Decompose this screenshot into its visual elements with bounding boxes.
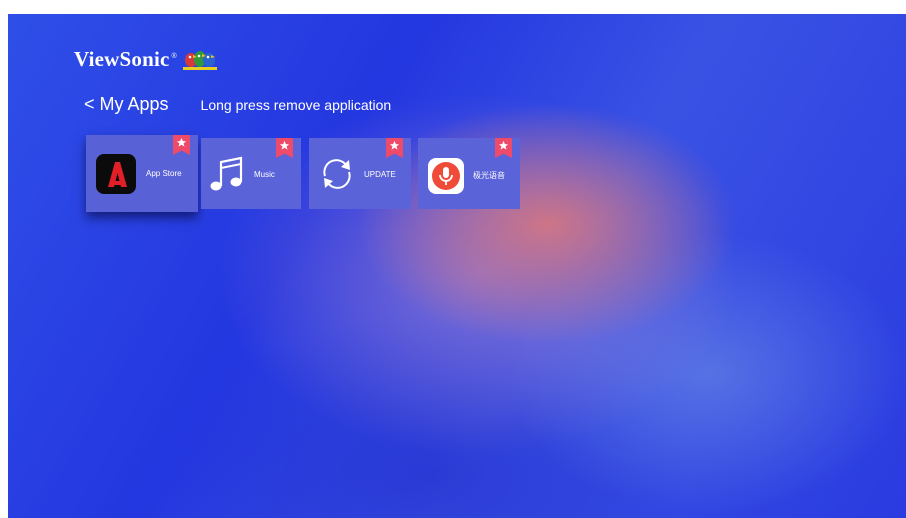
star-icon bbox=[176, 137, 187, 147]
brand-name: ViewSonic bbox=[74, 47, 170, 71]
refresh-icon bbox=[323, 159, 351, 189]
favorite-badge bbox=[386, 138, 403, 158]
favorite-badge bbox=[173, 135, 190, 155]
favorite-badge bbox=[276, 138, 293, 158]
app-label: 极光语音 bbox=[473, 171, 505, 180]
app-label: App Store bbox=[146, 169, 182, 178]
viewsonic-logo: ViewSonic ® bbox=[74, 46, 217, 72]
star-icon bbox=[279, 140, 290, 150]
app-tile-app-store[interactable]: App Store bbox=[86, 135, 198, 212]
app-store-icon bbox=[96, 154, 136, 194]
header-row: < My Apps Long press remove application bbox=[84, 94, 391, 115]
star-icon bbox=[389, 140, 400, 150]
registered-mark: ® bbox=[171, 53, 177, 60]
app-label: UPDATE bbox=[364, 170, 396, 179]
back-my-apps[interactable]: < My Apps bbox=[84, 94, 169, 115]
microphone-icon bbox=[428, 158, 464, 194]
app-tile-update[interactable]: UPDATE bbox=[309, 138, 411, 209]
hint-text: Long press remove application bbox=[200, 96, 392, 113]
star-icon bbox=[498, 140, 509, 150]
birds-logo-icon bbox=[182, 51, 217, 70]
app-tile-music[interactable]: Music bbox=[201, 138, 301, 209]
app-label: Music bbox=[254, 170, 275, 179]
launcher-screen: ViewSonic ® < My Apps Long press remove … bbox=[8, 14, 906, 518]
app-tile-voice[interactable]: 极光语音 bbox=[418, 138, 520, 209]
favorite-badge bbox=[495, 138, 512, 158]
music-note-icon bbox=[210, 156, 243, 191]
